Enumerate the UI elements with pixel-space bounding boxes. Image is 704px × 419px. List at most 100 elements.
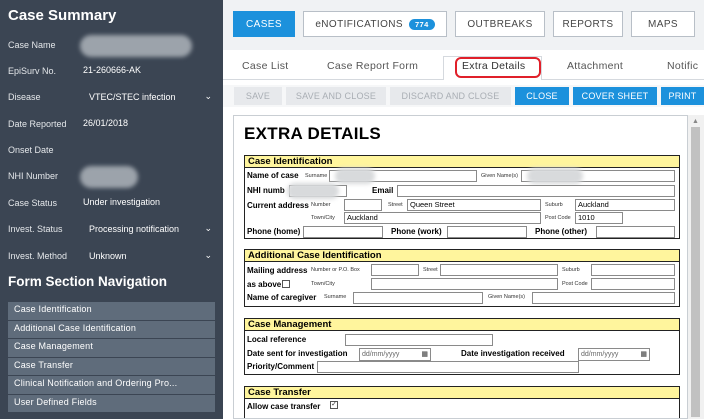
outbreaks-tab[interactable]: OUTBREAKS	[455, 11, 545, 37]
outbreaks-label: OUTBREAKS	[467, 18, 533, 30]
local-reference-input[interactable]	[345, 334, 493, 346]
mailing-town-city-label: Town/City	[311, 281, 335, 287]
mailing-post-code-input[interactable]	[591, 278, 675, 290]
post-code-label: Post Code	[545, 215, 571, 221]
tab-notific[interactable]: Notific	[667, 60, 698, 72]
episurv-row: EpiSurv No. 21-260666-AK	[0, 61, 223, 83]
extra-details-form: EXTRA DETAILS Case Identification Name o…	[233, 115, 688, 419]
discard-and-close-button[interactable]: DISCARD AND CLOSE	[390, 87, 511, 105]
tab-case-list[interactable]: Case List	[242, 60, 288, 72]
nav-item-user-defined-fields[interactable]: User Defined Fields	[8, 394, 215, 413]
nav-item-clinical-notification[interactable]: Clinical Notification and Ordering Pro..…	[8, 376, 215, 395]
reports-tab[interactable]: REPORTS	[553, 11, 623, 37]
maps-label: MAPS	[648, 18, 678, 30]
invest-status-label: Invest. Status	[8, 224, 63, 234]
post-code-input[interactable]: 1010	[575, 212, 623, 224]
date-reported-row: Date Reported 26/01/2018	[0, 114, 223, 136]
save-and-close-button[interactable]: SAVE AND CLOSE	[286, 87, 386, 105]
phone-work-label: Phone (work)	[391, 227, 442, 236]
date-received-placeholder: dd/mm/yyyy	[581, 351, 619, 358]
phone-other-input[interactable]	[596, 226, 675, 238]
town-city-input[interactable]: Auckland	[344, 212, 541, 224]
nhi-number-label: NHI numb	[247, 186, 285, 195]
allow-case-transfer-label: Allow case transfer	[247, 402, 321, 411]
street-input[interactable]: Queen Street	[407, 199, 541, 211]
invest-status-select[interactable]: Processing notification ⌄	[83, 220, 216, 240]
chevron-down-icon: ⌄	[204, 91, 212, 101]
suburb-input[interactable]: Auckland	[575, 199, 675, 211]
case-transfer-header: Case Transfer	[245, 387, 679, 399]
tab-attachment[interactable]: Attachment	[567, 60, 623, 72]
case-status-row: Case Status Under investigation	[0, 193, 223, 215]
calendar-icon[interactable]: ▦	[421, 349, 428, 360]
phone-home-input[interactable]	[303, 226, 383, 238]
episurv-value: 21-260666-AK	[83, 65, 142, 75]
phone-work-input[interactable]	[447, 226, 527, 238]
invest-status-value: Processing notification	[89, 224, 180, 234]
local-reference-label: Local reference	[247, 335, 307, 344]
given-names-label: Given Name(s)	[481, 173, 518, 179]
case-summary-sidebar: Case Summary Case Name EpiSurv No. 21-26…	[0, 0, 223, 419]
nhi-redacted	[287, 183, 339, 199]
surname-redacted	[335, 168, 375, 184]
invest-method-label: Invest. Method	[8, 251, 68, 261]
mailing-street-input[interactable]	[440, 264, 558, 276]
save-button[interactable]: SAVE	[234, 87, 282, 105]
case-transfer-section: Case Transfer Allow case transfer ✓	[244, 386, 680, 418]
disease-select[interactable]: VTEC/STEC infection ⌄	[83, 88, 216, 108]
mailing-post-code-label: Post Code	[562, 281, 588, 287]
nav-item-case-management[interactable]: Case Management	[8, 339, 215, 358]
enotifications-label: eNOTIFICATIONS	[315, 18, 403, 30]
mailing-suburb-input[interactable]	[591, 264, 675, 276]
email-label: Email	[372, 186, 394, 195]
case-management-section: Case Management Local reference Date sen…	[244, 318, 680, 375]
date-received-input[interactable]: dd/mm/yyyy ▦	[578, 348, 650, 361]
form-scrollbar[interactable]: ▲	[688, 115, 704, 419]
case-status-label: Case Status	[8, 198, 58, 208]
name-of-caregiver-label: Name of caregiver	[247, 293, 317, 302]
print-button[interactable]: PRINT	[661, 87, 704, 105]
suburb-label: Suburb	[545, 202, 563, 208]
cover-sheet-button[interactable]: COVER SHEET	[573, 87, 657, 105]
nav-item-case-transfer[interactable]: Case Transfer	[8, 357, 215, 376]
date-sent-input[interactable]: dd/mm/yyyy ▦	[359, 348, 431, 361]
case-name-redacted	[80, 35, 192, 57]
priority-comment-input[interactable]	[317, 361, 579, 373]
close-button[interactable]: CLOSE	[515, 87, 569, 105]
nav-item-additional-case-identification[interactable]: Additional Case Identification	[8, 320, 215, 339]
top-navigation: CASES eNOTIFICATIONS 774 OUTBREAKS REPORT…	[223, 0, 704, 50]
tab-case-report-form[interactable]: Case Report Form	[327, 60, 418, 72]
caregiver-given-names-input[interactable]	[532, 292, 675, 304]
chevron-down-icon: ⌄	[204, 250, 212, 260]
address-number-input[interactable]	[344, 199, 382, 211]
enotifications-tab[interactable]: eNOTIFICATIONS 774	[303, 11, 447, 37]
invest-method-select[interactable]: Unknown ⌄	[83, 247, 216, 267]
maps-tab[interactable]: MAPS	[631, 11, 695, 37]
case-identification-header: Case Identification	[245, 156, 679, 168]
scrollbar-thumb[interactable]	[691, 127, 700, 417]
date-sent-placeholder: dd/mm/yyyy	[362, 351, 400, 358]
invest-status-row: Invest. Status Processing notification ⌄	[0, 219, 223, 241]
number-po-label: Number or P.O. Box	[311, 267, 360, 273]
nav-item-case-identification[interactable]: Case Identification	[8, 302, 215, 321]
caregiver-surname-input[interactable]	[353, 292, 483, 304]
cases-tab[interactable]: CASES	[233, 11, 295, 37]
mailing-town-city-input[interactable]	[371, 278, 558, 290]
disease-row: Disease VTEC/STEC infection ⌄	[0, 87, 223, 109]
case-name-row: Case Name	[0, 35, 223, 57]
scroll-up-icon[interactable]: ▲	[692, 118, 699, 125]
date-reported-value: 26/01/2018	[83, 118, 129, 128]
street-label: Street	[388, 202, 403, 208]
allow-case-transfer-checkbox[interactable]: ✓	[330, 401, 338, 409]
case-summary-title: Case Summary	[8, 7, 117, 24]
mailing-number-input[interactable]	[371, 264, 419, 276]
email-input[interactable]	[397, 185, 675, 197]
form-section-nav: Case Identification Additional Case Iden…	[8, 302, 215, 413]
calendar-icon[interactable]: ▦	[640, 349, 647, 360]
as-above-checkbox[interactable]	[282, 280, 290, 288]
episurv-label: EpiSurv No.	[8, 66, 57, 76]
date-reported-label: Date Reported	[8, 119, 67, 129]
invest-method-value: Unknown	[89, 251, 127, 261]
nhi-number-label: NHI Number	[8, 171, 59, 181]
phone-other-label: Phone (other)	[535, 227, 587, 236]
